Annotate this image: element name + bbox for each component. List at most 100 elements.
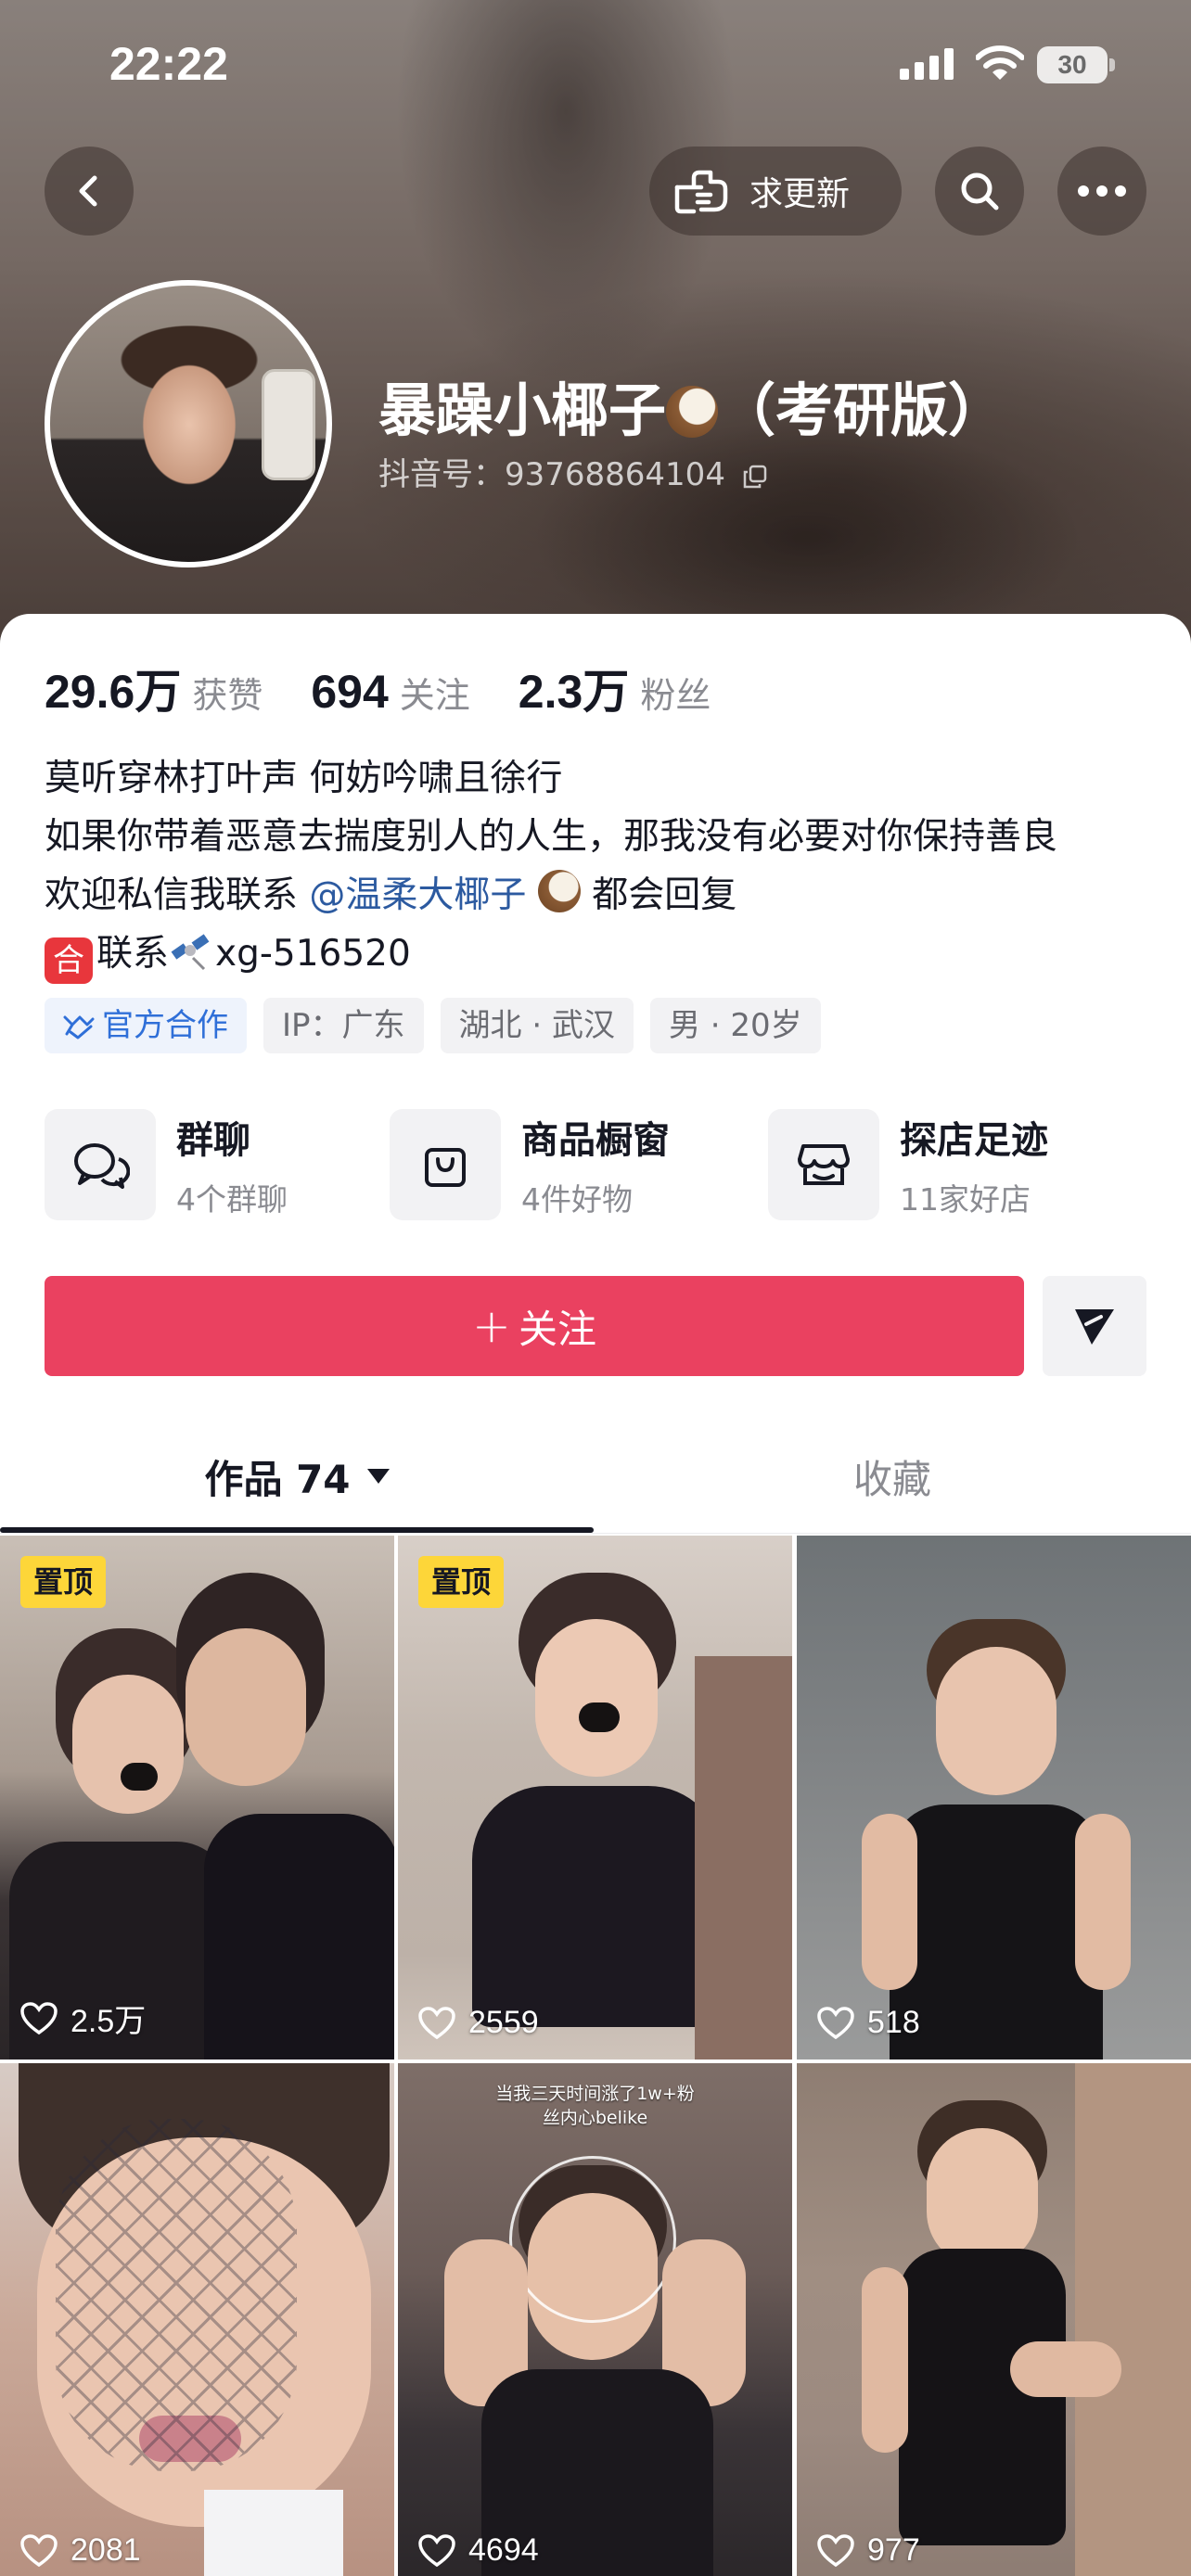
video-tile[interactable]: 518 <box>797 1536 1191 2060</box>
product-showcase-title: 商品橱窗 <box>521 1119 670 1162</box>
bio-line-1: 莫听穿林打叶声 何妨吟啸且徐行 <box>45 758 563 799</box>
back-button[interactable] <box>45 147 134 236</box>
group-chat-title: 群聊 <box>176 1119 250 1162</box>
pinned-badge: 置顶 <box>418 1556 505 1608</box>
send-arrow-icon <box>1075 1309 1114 1345</box>
video-tile[interactable]: 置顶 2559 <box>398 1536 792 2060</box>
mention-link[interactable]: @温柔大椰子 <box>309 874 526 916</box>
video-tile[interactable]: 当我三天时间涨了1w+粉 丝内心belike 4694 <box>398 2063 792 2576</box>
video-likes-count: 2.5万 <box>70 2004 147 2039</box>
battery-level: 30 <box>1057 50 1087 79</box>
bio: 莫听穿林打叶声 何妨吟啸且徐行 如果你带着恶意去揣度别人的人生，那我没有必要对你… <box>45 749 1158 984</box>
video-likes-count: 977 <box>867 2532 920 2568</box>
video-caption: 当我三天时间涨了1w+粉 丝内心belike <box>398 2082 792 2130</box>
video-likes: 2081 <box>20 2532 141 2569</box>
send-message-button[interactable] <box>1043 1276 1146 1376</box>
coconut-emoji-icon <box>537 870 581 912</box>
profile-name-text: 暴躁小椰子 <box>378 376 667 444</box>
bio-line-3-suffix: 都会回复 <box>592 874 737 916</box>
douyin-id-text: 抖音号：93768864104 <box>378 456 725 493</box>
video-likes-count: 2081 <box>70 2532 141 2568</box>
store-icon <box>768 1109 879 1220</box>
video-likes: 4694 <box>418 2532 539 2569</box>
more-button[interactable] <box>1057 147 1146 236</box>
product-showcase-count: 4件好物 <box>521 1181 633 1218</box>
wifi-icon <box>976 45 1024 80</box>
copy-icon[interactable] <box>743 465 767 489</box>
city-tag: 湖北 · 武汉 <box>440 998 634 1053</box>
search-icon <box>961 172 999 210</box>
follow-button[interactable]: + 关注 <box>45 1276 1024 1376</box>
video-caption-line-1: 当我三天时间涨了1w+粉 <box>495 2084 695 2104</box>
tab-works[interactable]: 作品 74 <box>0 1419 594 1534</box>
he-badge-icon: 合 <box>45 937 93 984</box>
store-visits-entry[interactable]: 探店足迹 11家好店 <box>768 1107 1048 1222</box>
bio-line-4-suffix: xg-516520 <box>215 933 411 975</box>
plus-icon: + <box>472 1299 511 1353</box>
tab-favorites-label: 收藏 <box>852 1456 931 1502</box>
bio-line-3: 欢迎私信我联系 @温柔大椰子 都会回复 <box>45 866 1158 925</box>
signal-icon <box>900 48 954 80</box>
caret-down-icon[interactable] <box>366 1469 390 1484</box>
likes-count[interactable]: 29.6万 <box>45 655 181 721</box>
video-likes-count: 2559 <box>468 2005 539 2040</box>
group-chat-count: 4个群聊 <box>176 1181 288 1218</box>
heart-icon <box>20 2001 58 2034</box>
pointing-hand-icon <box>674 170 728 214</box>
product-showcase-entry[interactable]: 商品橱窗 4件好物 <box>390 1107 670 1222</box>
tab-works-label: 作品 74 <box>204 1456 351 1502</box>
followers-count[interactable]: 2.3万 <box>519 655 630 721</box>
video-likes: 518 <box>817 2005 920 2041</box>
tab-favorites[interactable]: 收藏 <box>594 1419 1191 1534</box>
video-tile[interactable]: 977 <box>797 2063 1191 2576</box>
content-tabs: 作品 74 收藏 <box>0 1419 1191 1534</box>
gender-age-tag: 男 · 20岁 <box>649 998 821 1053</box>
satellite-emoji-icon <box>171 934 210 971</box>
bio-line-2: 如果你带着恶意去揣度别人的人生，那我没有必要对你保持善良 <box>45 816 1058 858</box>
heart-icon <box>418 2006 455 2039</box>
avatar[interactable] <box>45 280 332 567</box>
video-likes: 977 <box>817 2532 920 2569</box>
heart-icon <box>418 2533 455 2567</box>
tab-active-indicator <box>0 1527 594 1533</box>
video-tile[interactable]: 置顶 2.5万 <box>0 1536 394 2060</box>
following-label: 关注 <box>399 675 470 716</box>
more-dots-icon <box>1078 185 1126 197</box>
official-cooperation-tag[interactable]: 官方合作 <box>45 998 247 1053</box>
store-visits-title: 探店足迹 <box>900 1119 1048 1162</box>
profile-name: 暴躁小椰子 （考研版） <box>378 363 1005 447</box>
video-caption-line-2: 丝内心belike <box>542 2108 648 2128</box>
request-update-button[interactable]: 求更新 <box>649 147 902 236</box>
video-likes-count: 4694 <box>468 2532 539 2568</box>
coconut-emoji-icon <box>666 386 719 438</box>
group-chat-entry[interactable]: 群聊 4个群聊 <box>45 1107 288 1222</box>
video-tile[interactable]: 2081 <box>0 2063 394 2576</box>
request-update-label: 求更新 <box>749 175 851 213</box>
heart-icon <box>817 2006 854 2039</box>
bio-line-3-prefix: 欢迎私信我联系 <box>45 874 299 916</box>
video-likes: 2.5万 <box>20 1996 146 2041</box>
pinned-badge: 置顶 <box>20 1556 107 1608</box>
heart-icon <box>20 2533 58 2567</box>
search-button[interactable] <box>935 147 1024 236</box>
status-time: 22:22 <box>109 38 228 90</box>
tag-row: 官方合作 IP：广东 湖北 · 武汉 男 · 20岁 <box>45 998 821 1053</box>
services-row: 群聊 4个群聊 商品橱窗 4件好物 探店足迹 11家好店 <box>45 1107 1146 1222</box>
ip-location-tag: IP：广东 <box>263 998 424 1053</box>
follow-label: 关注 <box>518 1306 596 1352</box>
likes-label: 获赞 <box>192 675 263 716</box>
official-cooperation-label: 官方合作 <box>102 1007 228 1044</box>
douyin-id[interactable]: 抖音号：93768864104 <box>378 449 767 494</box>
video-likes-count: 518 <box>867 2005 920 2040</box>
chat-bubbles-icon <box>45 1109 156 1220</box>
followers-label: 粉丝 <box>640 675 711 716</box>
avatar-phone-shape <box>262 369 315 480</box>
store-visits-count: 11家好店 <box>900 1181 1031 1218</box>
chevron-left-icon <box>79 175 97 207</box>
handshake-icon <box>63 1015 95 1039</box>
stats-row: 29.6万 获赞 694 关注 2.3万 粉丝 <box>45 655 759 721</box>
heart-icon <box>817 2533 854 2567</box>
following-count[interactable]: 694 <box>311 665 388 719</box>
bio-line-4-prefix: 联系 <box>96 933 170 975</box>
status-bar: 22:22 30 <box>0 0 1191 130</box>
